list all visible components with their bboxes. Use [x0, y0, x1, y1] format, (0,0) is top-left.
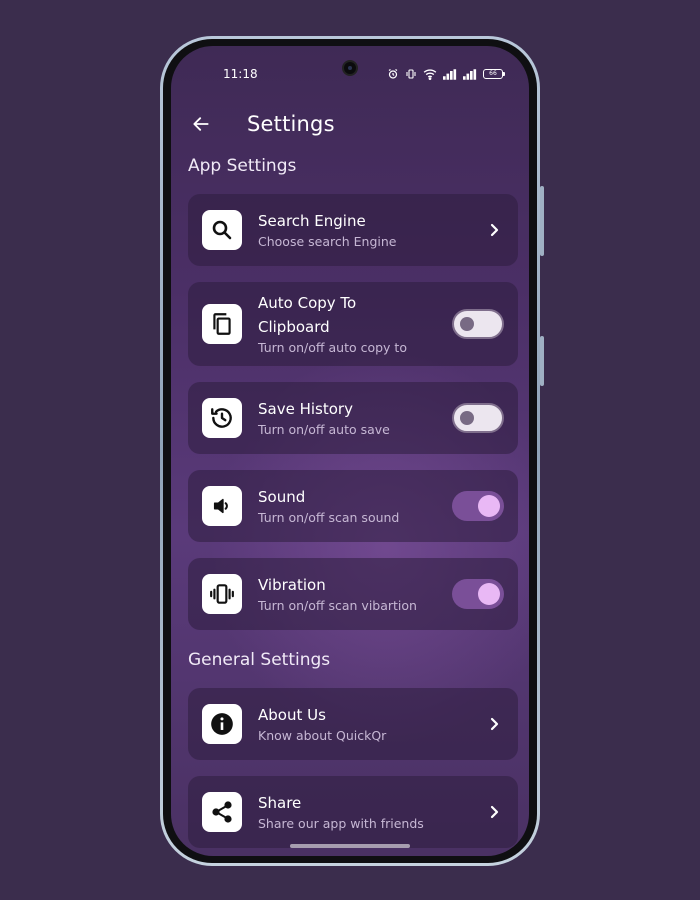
- power-button: [540, 336, 544, 386]
- signal-icon: [443, 68, 457, 80]
- toggle-knob: [460, 411, 474, 425]
- section-title-app: App Settings: [188, 156, 297, 176]
- vibration-subtitle: Turn on/off scan vibartion: [258, 598, 417, 613]
- toggle-knob: [478, 495, 500, 517]
- vibration-item: Vibration Turn on/off scan vibartion: [188, 558, 518, 630]
- status-time: 11:18: [223, 67, 258, 81]
- auto-copy-text: Auto Copy To Clipboard Turn on/off auto …: [258, 291, 452, 357]
- sound-toggle[interactable]: [452, 491, 504, 521]
- auto-copy-title-line1: Auto Copy To: [258, 294, 357, 312]
- chevron-right-icon: [484, 223, 504, 237]
- search-engine-subtitle: Choose search Engine: [258, 234, 397, 249]
- sound-item: Sound Turn on/off scan sound: [188, 470, 518, 542]
- vibration-text: Vibration Turn on/off scan vibartion: [258, 573, 452, 615]
- about-us-item[interactable]: About Us Know about QuickQr: [188, 688, 518, 760]
- info-icon-box: [202, 704, 242, 744]
- save-history-title: Save History: [258, 400, 353, 418]
- phone-frame: 11:18 66 Settings App Settings Search En…: [160, 36, 544, 866]
- volume-button: [540, 186, 544, 256]
- back-button[interactable]: [191, 110, 219, 138]
- share-icon-box: [202, 792, 242, 832]
- about-us-text: About Us Know about QuickQr: [258, 703, 484, 745]
- chevron-right-icon: [484, 805, 504, 819]
- about-us-title: About Us: [258, 706, 326, 724]
- save-history-toggle[interactable]: [452, 403, 504, 433]
- about-us-subtitle: Know about QuickQr: [258, 728, 387, 743]
- signal-icon-2: [463, 68, 477, 80]
- copy-icon-box: [202, 304, 242, 344]
- app-screen: 11:18 66 Settings App Settings Search En…: [171, 46, 529, 856]
- search-engine-title: Search Engine: [258, 212, 366, 230]
- share-subtitle: Share our app with friends: [258, 816, 424, 831]
- speaker-icon: [213, 498, 228, 514]
- share-icon: [212, 801, 232, 823]
- status-bar: 11:18 66: [223, 66, 505, 82]
- arrow-left-icon: [193, 117, 209, 131]
- history-icon-box: [202, 398, 242, 438]
- vibrate-mode-icon: [406, 69, 416, 79]
- page-title: Settings: [247, 112, 335, 136]
- share-text: Share Share our app with friends: [258, 791, 484, 833]
- status-icons: 66: [387, 68, 505, 80]
- auto-copy-title-line2: Clipboard: [258, 318, 330, 336]
- search-icon: [212, 220, 232, 240]
- save-history-text: Save History Turn on/off auto save: [258, 397, 452, 439]
- sound-text: Sound Turn on/off scan sound: [258, 485, 452, 527]
- app-header: Settings: [191, 108, 509, 140]
- speaker-icon-box: [202, 486, 242, 526]
- auto-copy-subtitle: Turn on/off auto copy to: [258, 340, 407, 355]
- chevron-right-icon: [484, 717, 504, 731]
- phone-bezel: 11:18 66 Settings App Settings Search En…: [163, 39, 537, 863]
- auto-copy-toggle[interactable]: [452, 309, 504, 339]
- share-title: Share: [258, 794, 302, 812]
- alarm-icon: [388, 69, 398, 79]
- vibration-title: Vibration: [258, 576, 326, 594]
- search-engine-item[interactable]: Search Engine Choose search Engine: [188, 194, 518, 266]
- save-history-subtitle: Turn on/off auto save: [258, 422, 390, 437]
- history-icon: [211, 408, 232, 428]
- search-icon-box: [202, 210, 242, 250]
- vibration-icon-box: [202, 574, 242, 614]
- home-indicator[interactable]: [290, 844, 410, 848]
- sound-subtitle: Turn on/off scan sound: [258, 510, 400, 525]
- battery-icon: 66: [483, 69, 505, 79]
- save-history-item: Save History Turn on/off auto save: [188, 382, 518, 454]
- auto-copy-item: Auto Copy To Clipboard Turn on/off auto …: [188, 282, 518, 366]
- toggle-knob: [478, 583, 500, 605]
- info-icon: [211, 713, 233, 735]
- sound-title: Sound: [258, 488, 306, 506]
- share-item[interactable]: Share Share our app with friends: [188, 776, 518, 848]
- vibration-toggle[interactable]: [452, 579, 504, 609]
- search-engine-text: Search Engine Choose search Engine: [258, 209, 484, 251]
- toggle-knob: [460, 317, 474, 331]
- vibration-icon: [210, 584, 234, 604]
- copy-icon: [213, 313, 231, 335]
- section-title-general: General Settings: [188, 650, 331, 670]
- wifi-icon: [423, 69, 437, 80]
